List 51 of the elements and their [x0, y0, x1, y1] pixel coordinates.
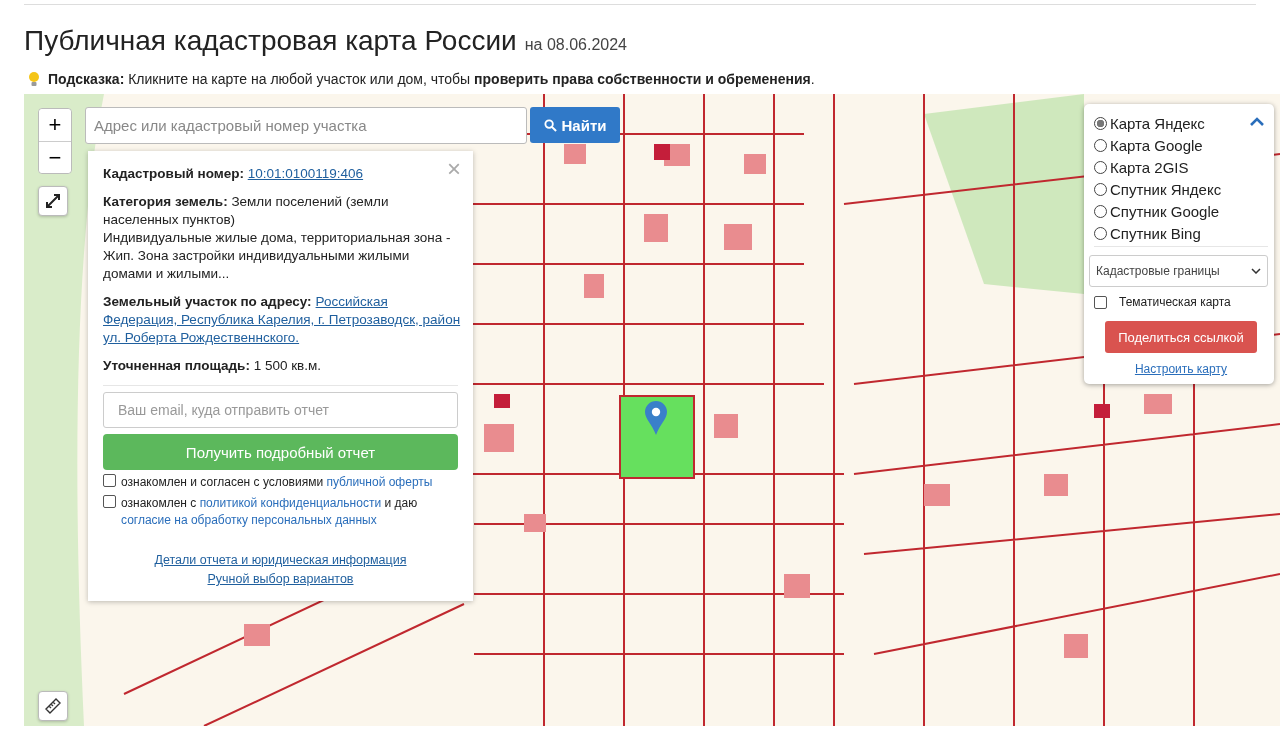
radio-button[interactable]: [1094, 138, 1107, 152]
consent-text: ознакомлен и согласен с условиями публичной оферты: [121, 474, 433, 491]
radio-button[interactable]: [1094, 182, 1107, 196]
caret-icon: [1251, 268, 1261, 274]
field-label: Земельный участок по адресу:: [103, 294, 312, 309]
fullscreen-button[interactable]: [38, 186, 68, 216]
info-link[interactable]: Ручной выбор вариантов: [207, 570, 354, 588]
land-usage-text: Индивидуальные жилые дома, территориальная зона - Жип. Зона застройки индивидуальными жилыми домами и жилыми...: [103, 229, 452, 283]
lightbulb-icon: [28, 71, 40, 87]
field-label: Кадастровый номер:: [103, 166, 244, 181]
map-pin-icon: [644, 400, 668, 436]
consent-link[interactable]: согласие на обработку персональных данных: [121, 513, 377, 527]
date-label: на 08.06.2024: [524, 36, 627, 54]
checkbox[interactable]: [1094, 295, 1107, 309]
share-link-button[interactable]: Поделиться ссылкой: [1105, 321, 1257, 353]
checkbox[interactable]: [103, 474, 116, 487]
hint-text: Подсказка: Кликните на карте на любой участок или дом, чтобы проверить права собственности и обременения.: [48, 71, 815, 87]
search-field[interactable]: Адрес или кадастровый номер участка: [85, 107, 527, 144]
land-category-text: Категория земель: Земли поселений (земли населенных пунктов): [103, 193, 390, 229]
find-button[interactable]: Найти: [530, 107, 620, 143]
configure-map-link[interactable]: Настроить карту: [1134, 362, 1228, 376]
area-text: Уточненная площадь: 1 500 кв.м.: [103, 357, 323, 375]
zoom-out-button[interactable]: −: [39, 141, 71, 173]
address-link[interactable]: Федерация, Республика Карелия, г. Петрозаводск, район: [103, 312, 461, 327]
map-layer-option[interactable]: Карта Яндекс: [1110, 114, 1205, 132]
radio-button[interactable]: [1094, 226, 1107, 240]
consent-link[interactable]: политикой конфиденциальности: [199, 496, 382, 510]
map-layer-option[interactable]: Карта Google: [1110, 136, 1203, 154]
map-layer-option[interactable]: Карта 2GIS: [1110, 158, 1189, 176]
info-link[interactable]: Детали отчета и юридическая информация: [154, 551, 407, 569]
checkbox[interactable]: [103, 495, 116, 508]
radio-button[interactable]: [1094, 160, 1107, 174]
map-layer-option[interactable]: Спутник Яндекс: [1110, 180, 1222, 198]
map-layer-option[interactable]: Спутник Google: [1110, 202, 1220, 220]
collapse-chevron-icon[interactable]: [1250, 117, 1264, 127]
radio-button[interactable]: [1094, 204, 1107, 218]
checkbox-label: Тематическая карта: [1119, 295, 1231, 309]
address-link[interactable]: ул. Роберта Рождественнского.: [103, 330, 300, 345]
ruler-button[interactable]: [38, 691, 68, 721]
radio-button[interactable]: [1094, 116, 1107, 130]
expand-icon: [45, 193, 61, 209]
email-field[interactable]: Ваш email, куда отправить отчет: [103, 392, 458, 428]
map-layer-option[interactable]: Спутник Bing: [1110, 224, 1201, 242]
page-title: Публичная кадастровая карта России: [24, 25, 517, 57]
consent-text: ознакомлен с политикой конфиденциальности и даю согласие на обработку персональных данных: [121, 495, 419, 529]
search-icon: [543, 118, 557, 132]
consent-link[interactable]: публичной оферты: [326, 475, 433, 489]
overlay-select[interactable]: Кадастровые границы: [1089, 255, 1268, 287]
address-link[interactable]: Российская: [315, 294, 388, 309]
ruler-icon: [45, 698, 61, 714]
cadastral-number-link[interactable]: 10:01:0100119:406: [247, 166, 364, 181]
